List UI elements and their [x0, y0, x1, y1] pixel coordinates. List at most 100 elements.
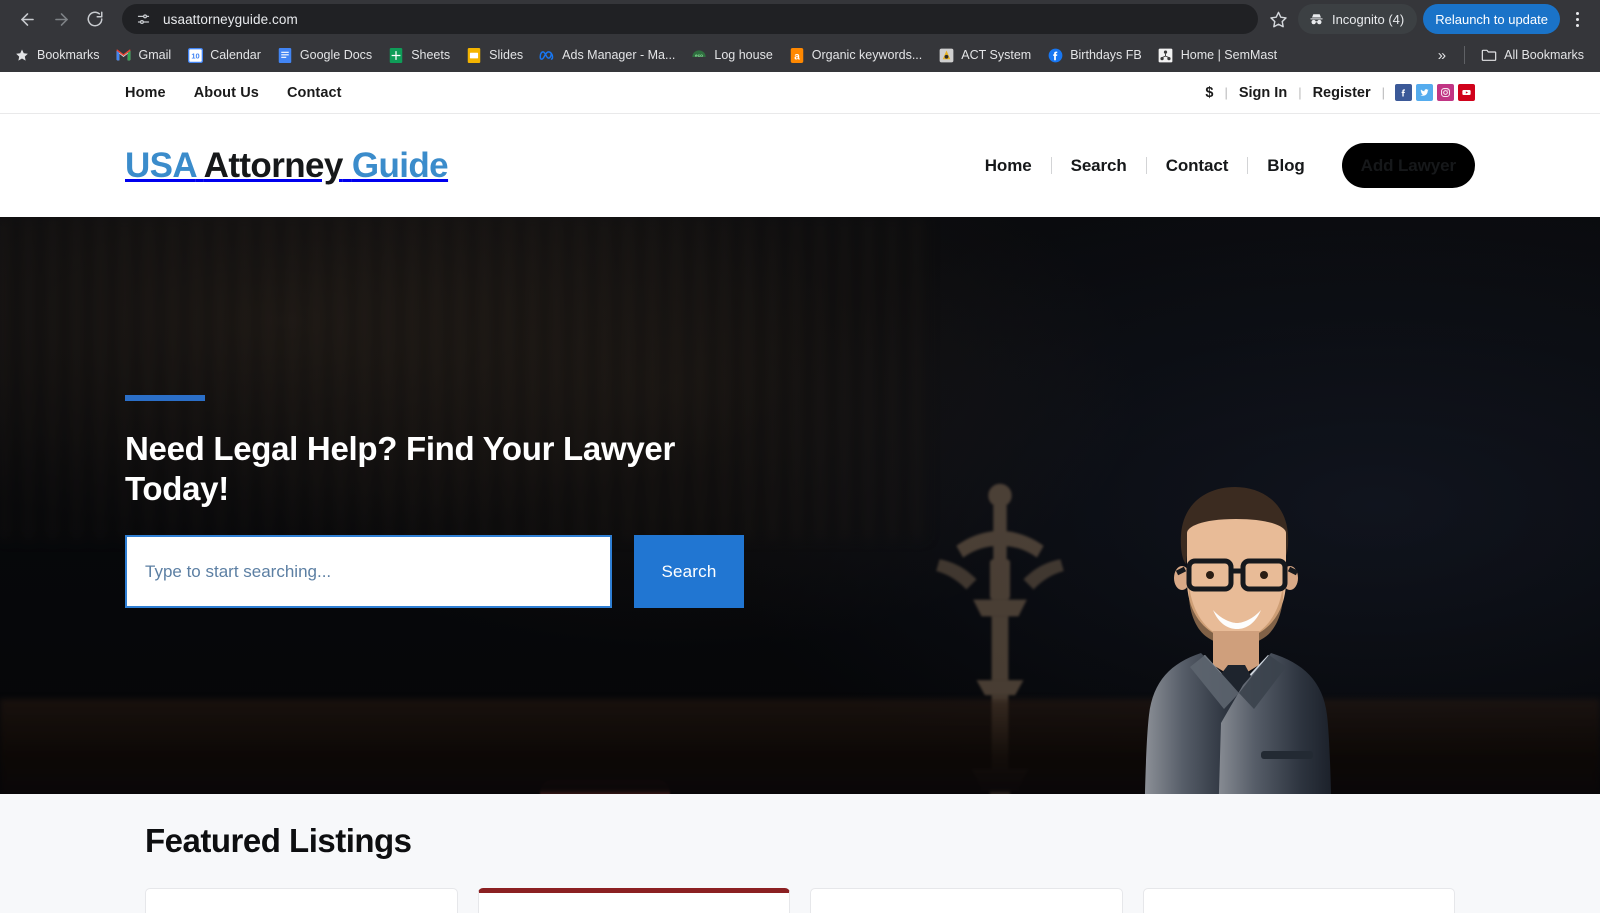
featured-listings-section: Featured Listings [0, 794, 1600, 913]
bookmark-calendar[interactable]: 10 Calendar [179, 42, 269, 68]
bookmark-ads-manager[interactable]: Ads Manager - Ma... [531, 42, 683, 68]
google-docs-icon [277, 47, 293, 63]
back-button[interactable] [10, 2, 44, 36]
utility-link-home[interactable]: Home [125, 85, 166, 101]
bookmarks-divider [1464, 46, 1466, 64]
search-button[interactable]: Search [634, 535, 744, 608]
bookmark-slides[interactable]: Slides [458, 42, 531, 68]
google-slides-icon [466, 47, 482, 63]
google-sheets-icon [388, 47, 404, 63]
nav-link-blog[interactable]: Blog [1248, 156, 1323, 176]
overflow-chevron-icon: » [1437, 46, 1447, 64]
bookmarks-overflow-button[interactable]: » [1428, 47, 1456, 64]
nav-link-contact[interactable]: Contact [1147, 156, 1248, 176]
star-icon [1270, 11, 1288, 27]
logo-part-guide: Guide [351, 145, 449, 185]
utility-link-contact[interactable]: Contact [287, 85, 342, 101]
listing-card[interactable] [145, 888, 458, 913]
svg-text:a: a [794, 51, 800, 62]
eco-icon: eco [691, 47, 707, 63]
instagram-icon[interactable] [1437, 84, 1454, 101]
utility-nav-left: Home About Us Contact [125, 85, 342, 101]
youtube-icon[interactable] [1458, 84, 1475, 101]
bookmark-label: ACT System [961, 48, 1032, 62]
incognito-indicator[interactable]: Incognito (4) [1297, 4, 1418, 34]
back-arrow-icon [20, 12, 34, 26]
listing-card[interactable] [810, 888, 1123, 913]
facebook-icon [1047, 47, 1063, 63]
bookmark-label: Calendar [210, 48, 261, 62]
bookmark-act-system[interactable]: ACT System [930, 42, 1039, 68]
bookmark-label: Google Docs [299, 48, 373, 62]
forward-button[interactable] [44, 2, 78, 36]
search-input-wrapper[interactable] [125, 535, 612, 608]
bookmark-sheets[interactable]: Sheets [380, 42, 458, 68]
hero-content: Need Legal Help? Find Your Lawyer Today!… [0, 217, 1600, 794]
act-icon [938, 47, 954, 63]
browser-toolbar: usaattorneyguide.com Incognito (4) Relau… [0, 0, 1600, 38]
toolbar-right-group: Incognito (4) Relaunch to update [1264, 4, 1590, 34]
bookmark-label: Slides [489, 48, 524, 62]
bookmark-semmast[interactable]: Home | SemMast [1150, 42, 1285, 68]
currency-selector[interactable]: $ [1194, 85, 1224, 101]
featured-listings-cards [145, 888, 1455, 913]
bookmark-label: Bookmarks [37, 48, 100, 62]
browser-window: usaattorneyguide.com Incognito (4) Relau… [0, 0, 1600, 913]
reload-icon [87, 11, 103, 27]
bookmark-organic-keywords[interactable]: a Organic keywords... [781, 42, 930, 68]
folder-icon [1481, 47, 1497, 63]
social-links [1395, 84, 1475, 101]
bookmark-star-button[interactable] [1264, 4, 1294, 34]
listing-card[interactable] [1142, 888, 1455, 913]
relaunch-to-update-button[interactable]: Relaunch to update [1423, 4, 1560, 34]
utility-nav-right: $ | Sign In | Register | [1194, 84, 1475, 101]
all-bookmarks-button[interactable]: All Bookmarks [1473, 42, 1592, 68]
register-link[interactable]: Register [1302, 85, 1382, 101]
sign-in-link[interactable]: Sign In [1228, 85, 1298, 101]
reload-button[interactable] [78, 2, 112, 36]
semmast-icon [1158, 47, 1174, 63]
kebab-menu-icon [1575, 17, 1579, 21]
ahrefs-icon: a [789, 47, 805, 63]
google-calendar-icon: 10 [187, 47, 203, 63]
nav-link-search[interactable]: Search [1052, 156, 1146, 176]
meta-icon [539, 47, 555, 63]
bookmark-bookmarks[interactable]: Bookmarks [6, 42, 108, 68]
site-header: USA Attorney Guide Home Search Contact B… [0, 114, 1600, 217]
relaunch-label: Relaunch to update [1435, 11, 1548, 27]
bookmark-label: Log house [714, 48, 773, 62]
star-icon [14, 47, 30, 63]
search-input[interactable] [145, 537, 592, 606]
logo-part-attorney: Attorney [203, 145, 344, 185]
facebook-icon[interactable] [1395, 84, 1412, 101]
all-bookmarks-label: All Bookmarks [1504, 48, 1584, 62]
main-navigation: Home Search Contact Blog Add Lawyer [966, 143, 1475, 188]
forward-arrow-icon [54, 12, 68, 26]
logo-part-usa: USA [125, 145, 196, 185]
utility-link-about-us[interactable]: About Us [194, 85, 259, 101]
bookmark-label: Ads Manager - Ma... [562, 48, 676, 62]
browser-menu-button[interactable] [1564, 4, 1590, 34]
hero-section: Need Legal Help? Find Your Lawyer Today!… [0, 217, 1600, 794]
address-bar[interactable]: usaattorneyguide.com [122, 4, 1258, 34]
svg-text:eco: eco [695, 53, 703, 58]
bookmark-birthdays-fb[interactable]: Birthdays FB [1039, 42, 1150, 68]
gmail-icon [116, 47, 132, 63]
bookmark-label: Sheets [411, 48, 451, 62]
nav-link-home[interactable]: Home [966, 156, 1051, 176]
hero-title: Need Legal Help? Find Your Lawyer Today! [125, 430, 675, 508]
twitter-icon[interactable] [1416, 84, 1433, 101]
bookmark-gmail[interactable]: Gmail [108, 42, 180, 68]
hero-search-row: Search [125, 535, 744, 608]
site-settings-icon[interactable] [132, 8, 154, 30]
web-page: Home About Us Contact $ | Sign In | Regi… [0, 72, 1600, 913]
add-lawyer-button[interactable]: Add Lawyer [1341, 143, 1475, 188]
featured-listings-heading: Featured Listings [145, 822, 412, 859]
bookmark-google-docs[interactable]: Google Docs [269, 42, 380, 68]
url-text: usaattorneyguide.com [163, 11, 298, 27]
bookmark-log-house[interactable]: eco Log house [683, 42, 780, 68]
incognito-label: Incognito (4) [1331, 11, 1405, 27]
listing-card-featured[interactable] [477, 888, 790, 913]
site-logo[interactable]: USA Attorney Guide [125, 145, 449, 186]
bookmark-label: Gmail [138, 48, 172, 62]
